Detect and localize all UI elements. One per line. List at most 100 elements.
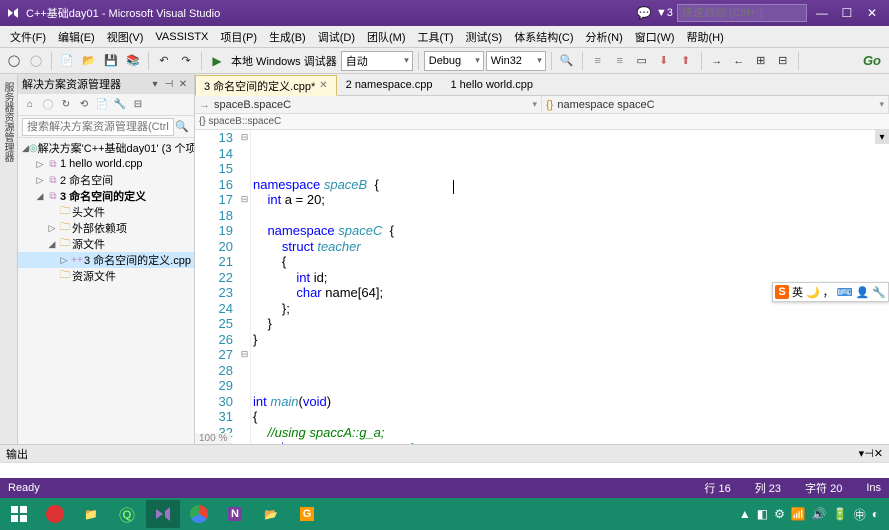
output-pin-button[interactable]: ⊣ [864,447,874,460]
zoom-indicator[interactable]: 100 % [195,433,231,444]
ime-moon-icon[interactable]: 🌙 [806,286,820,299]
config-combo[interactable]: Debug [424,51,484,71]
tray-icon-1[interactable]: ◧ [757,507,768,521]
doc-tab-1[interactable]: 2 namespace.cpp [337,74,442,95]
redo-button[interactable]: ↷ [176,51,196,71]
collapse-icon[interactable]: ⊟ [130,97,146,113]
bookmark-button[interactable]: ▭ [632,51,652,71]
source-file-active[interactable]: ▷++3 命名空间的定义.cpp [18,252,194,268]
project-2[interactable]: ▷⧉2 命名空间 [18,172,194,188]
tray-battery-icon[interactable]: 🔋 [833,507,848,521]
menu-D[interactable]: 调试(D) [312,27,361,47]
server-explorer-tab[interactable]: 服务器资源管理器 [0,78,17,444]
output-close-button[interactable]: ✕ [874,447,883,460]
headers-folder[interactable]: 🗀头文件 [18,204,194,220]
source-folder[interactable]: ◢🗀源文件 [18,236,194,252]
show-all-icon[interactable]: 📄 [94,97,110,113]
menu-W[interactable]: 窗口(W) [629,27,681,47]
minimize-button[interactable]: — [811,6,833,20]
back-icon[interactable]: ◯ [40,97,56,113]
task-record-button[interactable] [38,500,72,528]
menu-V[interactable]: 视图(V) [101,27,150,47]
task-app-2[interactable]: G [290,500,324,528]
tray-wifi-icon[interactable]: 📶 [791,507,806,521]
project-3[interactable]: ◢⧉3 命名空间的定义 [18,188,194,204]
uncomment-button[interactable]: ≡ [610,51,630,71]
solution-search-input[interactable] [22,118,174,136]
notification-icon[interactable]: ▼3 [656,7,673,19]
quick-launch-input[interactable] [677,4,807,22]
tray-icon-2[interactable]: ⚙ [774,507,785,521]
fold-column[interactable]: ⊟⊟⊟ [239,130,251,444]
home-icon[interactable]: ⌂ [22,97,38,113]
close-button[interactable]: ✕ [861,6,883,20]
task-folder-button[interactable]: 📁 [74,500,108,528]
tray-volume-icon[interactable]: 🔊 [812,507,827,521]
platform-combo[interactable]: Win32 [486,51,546,71]
breadcrumb-bar[interactable]: {} spaceB::spaceC [195,114,889,130]
panel-dropdown-button[interactable]: ▾ [148,79,162,90]
ime-keyboard-icon[interactable]: ⌨ [837,286,853,299]
menu-C[interactable]: 体系结构(C) [508,27,579,47]
sync-icon[interactable]: ⟲ [76,97,92,113]
resource-folder[interactable]: 🗀资源文件 [18,268,194,284]
sogou-icon[interactable]: S [775,285,789,299]
tray-ime-icon[interactable]: ㊥ [854,506,866,523]
menu-S[interactable]: 测试(S) [460,27,509,47]
properties-icon[interactable]: 🔧 [112,97,128,113]
project-1[interactable]: ▷⧉1 hello world.cpp [18,156,194,172]
save-all-button[interactable]: 📚 [123,51,143,71]
tray-up-icon[interactable]: ▲ [739,507,751,521]
panel-pin-button[interactable]: ⊣ [162,79,176,90]
misc-button-2[interactable]: ⊟ [773,51,793,71]
find-button[interactable]: 🔍 [557,51,577,71]
maximize-button[interactable]: ☐ [836,6,858,20]
misc-button-1[interactable]: ⊞ [751,51,771,71]
external-deps-folder[interactable]: ▷🗀外部依赖项 [18,220,194,236]
doc-tab-0[interactable]: 3 命名空间的定义.cpp*✕ [195,75,337,96]
menu-N[interactable]: 分析(N) [580,27,629,47]
solution-root[interactable]: ◢◎解决方案'C++基础day01' (3 个项目) [18,140,194,156]
save-button[interactable]: 💾 [101,51,121,71]
task-onenote[interactable]: N [218,500,252,528]
menu-P[interactable]: 项目(P) [214,27,263,47]
start-debug-button[interactable]: ▶ [207,51,227,71]
run-label[interactable]: 本地 Windows 调试器 [229,53,339,69]
start-button[interactable] [2,500,36,528]
new-project-button[interactable]: 📄 [57,51,77,71]
ime-comma-icon[interactable]: ， [823,284,834,300]
ime-toolbar[interactable]: S 英 🌙 ， ⌨ 👤 🔧 [772,282,889,302]
task-chrome[interactable] [182,500,216,528]
task-app-1[interactable]: Ⓠ [110,500,144,528]
refresh-icon[interactable]: ↻ [58,97,74,113]
nav-member-combo[interactable]: {}namespace spaceC [542,96,889,113]
comment-button[interactable]: ≡ [588,51,608,71]
open-button[interactable]: 📂 [79,51,99,71]
panel-close-button[interactable]: ✕ [176,79,190,90]
menu-F[interactable]: 文件(F) [4,27,52,47]
menu-E[interactable]: 编辑(E) [52,27,101,47]
menu-B[interactable]: 生成(B) [263,27,312,47]
menu-T[interactable]: 工具(T) [412,27,460,47]
doc-tab-2[interactable]: 1 hello world.cpp [441,74,542,95]
undo-button[interactable]: ↶ [154,51,174,71]
outdent-button[interactable]: ← [729,51,749,71]
output-body[interactable] [0,462,889,478]
indent-button[interactable]: → [707,51,727,71]
split-button[interactable]: ▾ [875,130,889,144]
ime-person-icon[interactable]: 👤 [856,286,870,299]
nav-fwd-button[interactable]: ◯ [26,51,46,71]
nav-scope-combo[interactable]: →spaceB.spaceC [195,96,542,113]
task-visual-studio[interactable] [146,500,180,528]
ime-gear-icon[interactable]: 🔧 [872,286,886,299]
search-icon[interactable]: 🔍 [174,120,190,133]
nav-back-button[interactable]: ◯ [4,51,24,71]
task-explorer[interactable]: 📂 [254,500,288,528]
menu-H[interactable]: 帮助(H) [681,27,730,47]
menu-M[interactable]: 团队(M) [361,27,412,47]
step-over-button[interactable]: ⬆ [676,51,696,71]
tab-close-icon[interactable]: ✕ [319,80,327,91]
ime-lang[interactable]: 英 [792,284,803,300]
solution-config-combo[interactable]: 自动 [341,51,413,71]
step-button[interactable]: ⬇ [654,51,674,71]
